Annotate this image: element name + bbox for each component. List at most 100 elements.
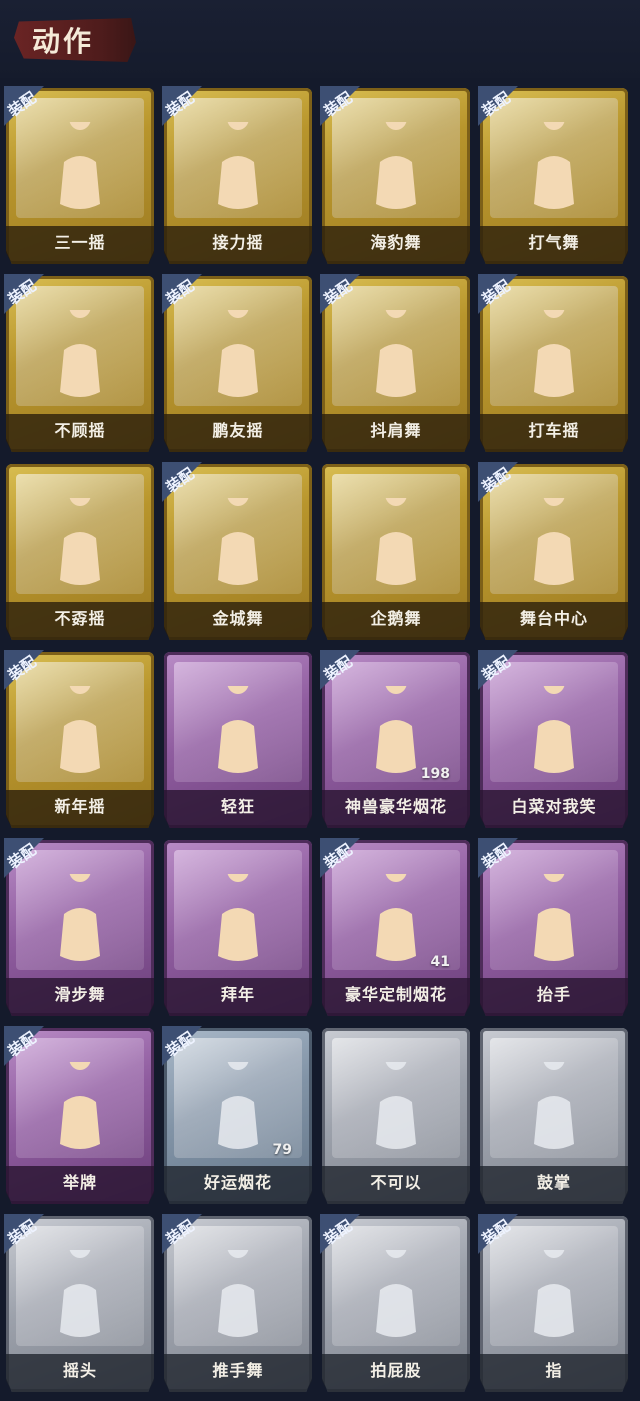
header-bar: 动作: [0, 0, 640, 78]
emote-figure-icon: [50, 294, 110, 400]
equipped-badge-label: 装配: [478, 1216, 514, 1249]
emote-name: 摇头: [62, 1361, 97, 1380]
emote-figure-icon: [208, 106, 268, 212]
emote-card[interactable]: 拍屁股 装配: [320, 1214, 470, 1392]
emote-name: 打车摇: [528, 421, 580, 440]
emote-name: 豪华定制烟花: [344, 985, 447, 1004]
emote-card[interactable]: 指 装配: [478, 1214, 628, 1392]
emote-card[interactable]: 摇头 装配: [5, 1216, 154, 1392]
emote-card[interactable]: 豪华定制烟花 装配 41: [320, 840, 470, 1016]
emote-figure-icon: [366, 670, 426, 776]
emote-card[interactable]: 金城舞 装配: [162, 464, 312, 640]
emote-name: 拜年: [220, 985, 255, 1004]
emote-name: 金城舞: [212, 609, 264, 628]
emote-figure-icon: [50, 1046, 110, 1152]
equipped-badge-label: 装配: [4, 652, 40, 685]
emote-figure-icon: [524, 482, 584, 588]
emote-name: 企鹅舞: [370, 609, 422, 628]
equipped-badge: 装配: [162, 86, 216, 126]
emote-name: 轻狂: [220, 797, 255, 816]
emote-figure-icon: [208, 858, 268, 964]
equipped-badge-label: 装配: [162, 464, 198, 497]
equipped-badge-label: 装配: [162, 88, 198, 121]
emote-card[interactable]: 新年摇 装配: [4, 650, 154, 828]
item-count: 41: [430, 954, 450, 970]
emote-figure-icon: [50, 670, 110, 776]
emote-card[interactable]: 鹏友摇 装配: [162, 276, 312, 452]
emote-card[interactable]: 好运烟花 装配 79: [162, 1026, 312, 1204]
equipped-badge: 装配: [320, 86, 374, 126]
emote-figure-icon: [208, 1234, 268, 1340]
emote-figure-icon: [208, 294, 268, 400]
equipped-badge: 装配: [320, 650, 374, 690]
emote-card[interactable]: 舞台中心 装配: [479, 464, 628, 640]
emote-figure-icon: [366, 294, 426, 400]
equipped-badge-label: 装配: [162, 276, 198, 309]
emote-card[interactable]: 拜年: [164, 840, 312, 1016]
equipped-badge-label: 装配: [320, 652, 356, 685]
emote-figure-icon: [524, 1234, 584, 1340]
emote-card[interactable]: 企鹅舞: [322, 464, 470, 640]
emote-card[interactable]: 抬手 装配: [478, 838, 628, 1016]
equipped-badge-label: 装配: [4, 840, 40, 873]
emote-name: 好运烟花: [203, 1173, 272, 1192]
emote-card[interactable]: 不孬摇: [6, 464, 154, 640]
equipped-badge-label: 装配: [320, 88, 356, 121]
emote-name: 接力摇: [212, 233, 264, 252]
equipped-badge: 装配: [4, 838, 58, 878]
emote-card[interactable]: 不顾摇 装配: [4, 274, 154, 452]
emote-card[interactable]: 三一摇 装配: [5, 88, 154, 264]
emote-figure-icon: [208, 482, 268, 588]
equipped-badge-label: 装配: [4, 276, 40, 309]
equipped-badge: 装配: [320, 274, 374, 314]
emote-name: 舞台中心: [519, 609, 588, 628]
equipped-badge-label: 装配: [320, 840, 356, 873]
emote-figure-icon: [50, 858, 110, 964]
emote-name: 抬手: [536, 985, 571, 1004]
equipped-badge-label: 装配: [478, 88, 514, 121]
equipped-badge-label: 装配: [478, 840, 514, 873]
emote-card[interactable]: 轻狂: [164, 652, 312, 828]
emote-figure-icon: [208, 670, 268, 776]
emote-card[interactable]: 接力摇 装配: [162, 86, 312, 264]
emote-name: 指: [545, 1361, 563, 1380]
emote-card[interactable]: 举牌 装配: [4, 1026, 154, 1204]
emote-name: 不顾摇: [54, 421, 106, 440]
equipped-badge-label: 装配: [162, 1216, 198, 1249]
equipped-badge: 装配: [4, 650, 58, 690]
emote-name: 神兽豪华烟花: [344, 797, 447, 816]
equipped-badge: 装配: [162, 1026, 216, 1066]
equipped-badge-label: 装配: [162, 1028, 198, 1061]
emote-figure-icon: [366, 858, 426, 964]
emote-name: 白菜对我笑: [511, 797, 597, 816]
emote-card[interactable]: 滑步舞 装配: [4, 838, 154, 1016]
emote-name: 不孬摇: [54, 609, 106, 628]
emote-card[interactable]: 不可以: [322, 1028, 470, 1204]
equipped-badge: 装配: [4, 1026, 58, 1066]
equipped-badge: 装配: [478, 1214, 532, 1254]
emote-card[interactable]: 神兽豪华烟花 装配 198: [320, 650, 470, 828]
emote-figure-icon: [366, 1046, 426, 1152]
equipped-badge-label: 装配: [478, 652, 514, 685]
emote-name: 海豹舞: [370, 233, 422, 252]
equipped-badge: 装配: [4, 274, 58, 314]
emote-name: 鹏友摇: [212, 421, 264, 440]
emote-card[interactable]: 海豹舞 装配: [320, 86, 470, 264]
emote-figure-icon: [208, 1046, 268, 1152]
equipped-badge: 装配: [478, 274, 532, 314]
equipped-badge: 装配: [320, 1214, 374, 1254]
emote-name: 拍屁股: [370, 1361, 422, 1380]
emote-card[interactable]: 抖肩舞 装配: [320, 274, 470, 452]
emote-figure-icon: [50, 482, 110, 588]
emote-figure-icon: [524, 670, 584, 776]
emote-card[interactable]: 推手舞 装配: [162, 1216, 312, 1392]
section-title: 动作: [32, 25, 95, 58]
emote-card[interactable]: 白菜对我笑 装配: [478, 652, 628, 828]
equipped-badge: 装配: [478, 838, 532, 878]
emote-card[interactable]: 打气舞 装配: [478, 88, 628, 264]
emote-card[interactable]: 鼓掌: [480, 1028, 628, 1204]
emote-card[interactable]: 打车摇 装配: [478, 274, 628, 452]
equipped-badge-label: 装配: [320, 276, 356, 309]
item-count: 79: [272, 1142, 292, 1158]
emote-name: 推手舞: [212, 1361, 264, 1380]
